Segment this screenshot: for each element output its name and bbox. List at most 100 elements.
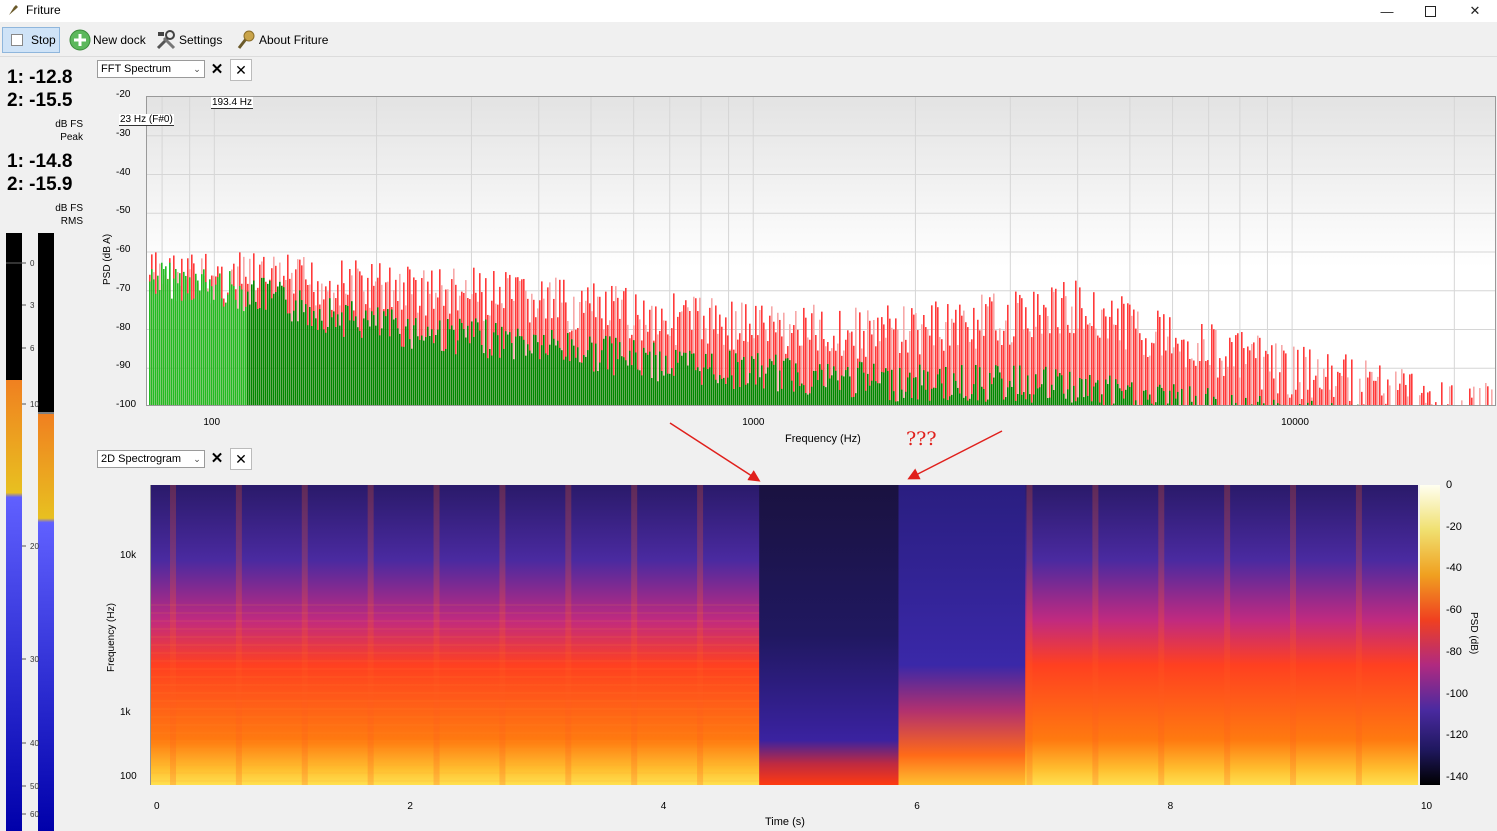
spectrogram-onset — [1026, 485, 1033, 785]
spectrum-bar-green — [343, 336, 345, 405]
spectrum-bar-green — [301, 300, 303, 405]
spectrum-bar-green — [731, 375, 733, 405]
spectrum-bar-red — [1257, 335, 1259, 405]
close-button[interactable]: ✕ — [1452, 0, 1497, 22]
spectrum-bar-green — [957, 387, 959, 405]
spectrum-bar-green — [451, 325, 453, 405]
spectrum-bar-green — [1049, 397, 1051, 405]
spectrum-y-tick: -20 — [116, 89, 131, 100]
spectrum-bar-green — [377, 307, 379, 405]
spectrum-bar-green — [185, 275, 187, 405]
spectrum-bar-green — [1127, 385, 1129, 405]
spectrum-bar-green — [603, 338, 605, 405]
spectrum-bar-green — [513, 359, 515, 405]
spectrum-bar-green — [997, 366, 999, 405]
spectrum-bar-green — [1035, 374, 1037, 405]
spectrum-select-value: FFT Spectrum — [101, 63, 172, 75]
spectrum-bar-green — [1195, 395, 1197, 405]
spectrum-bar-green — [491, 355, 493, 405]
spectrum-bar-green — [319, 309, 321, 405]
spectrum-bar-red — [889, 318, 891, 405]
spectrum-bar-green — [889, 400, 891, 405]
about-button[interactable]: About Friture — [232, 27, 331, 53]
spectrum-bar-red — [1389, 385, 1391, 405]
peak-label: Peak — [60, 132, 83, 143]
spectrum-bar-red — [1179, 351, 1181, 405]
spectrum-bar-green — [965, 396, 967, 405]
spectrum-bar-red — [1431, 404, 1433, 405]
spectrum-bar-green — [1007, 387, 1009, 405]
spectrum-bar-green — [753, 358, 755, 405]
spectrum-bar-green — [557, 340, 559, 405]
spectrum-bar-green — [529, 350, 531, 405]
spectrum-bar-red — [1147, 356, 1149, 405]
spectrum-bar-red — [1003, 330, 1005, 405]
spectrum-bar-green — [1081, 379, 1083, 405]
level-meters: 0 3 6 10 20 30 40 50 60 — [6, 233, 54, 831]
spectrum-bar-green — [691, 353, 693, 405]
minimize-button[interactable]: — — [1364, 0, 1410, 22]
spectrum-bar-green — [489, 348, 491, 405]
spectrum-bar-green — [1345, 404, 1347, 405]
spectrum-bar-red — [903, 306, 905, 405]
rms-level-ch2: 2: -15.9 — [7, 174, 73, 195]
spectrum-bar-red — [1265, 350, 1267, 405]
new-dock-button[interactable]: New dock — [66, 27, 149, 53]
spectrum-bar-green — [375, 325, 377, 405]
spectrum-plot[interactable] — [146, 96, 1496, 406]
spectrogram-ylabel-wrap: Frequency (Hz) — [106, 603, 120, 683]
spectrum-bar-red — [1409, 374, 1411, 405]
spectrum-bar-green — [497, 335, 499, 405]
spectrum-bar-green — [245, 306, 247, 405]
spectrogram-settings-button[interactable]: ✕ — [207, 448, 227, 468]
spectrum-bar-red — [1049, 333, 1051, 405]
maximize-button[interactable] — [1407, 0, 1453, 22]
spectrum-bar-green — [717, 383, 719, 405]
spectrum-bar-green — [743, 357, 745, 405]
spectrum-bar-green — [961, 365, 963, 405]
spectrum-bar-red — [967, 327, 969, 405]
spectrum-bar-green — [363, 318, 365, 405]
spectrogram-onset — [301, 485, 308, 785]
spectrum-bar-green — [571, 339, 573, 405]
spectrum-bar-red — [1405, 384, 1407, 405]
spectrum-bar-green — [777, 391, 779, 405]
spectrum-bar-green — [1061, 375, 1063, 405]
spectrum-bar-green — [983, 388, 985, 405]
spectrum-bar-green — [613, 375, 615, 405]
spectrum-bar-green — [1231, 394, 1233, 405]
spectrum-bar-red — [1321, 389, 1323, 405]
spectrogram-plot[interactable] — [151, 485, 1418, 785]
spectrogram-close-button[interactable]: ✕ — [230, 448, 252, 470]
spectrum-bar-green — [703, 367, 705, 405]
spectrogram-widget-select[interactable]: 2D Spectrogram ⌄ — [97, 450, 205, 468]
spectrum-bar-green — [977, 400, 979, 405]
spectrum-close-button[interactable]: ✕ — [230, 59, 252, 81]
spectrogram-y-axis-label: Frequency (Hz) — [106, 603, 117, 672]
spectrum-bar-green — [395, 317, 397, 405]
spectrum-bar-green — [917, 399, 919, 405]
spectrum-bar-red — [1451, 385, 1453, 405]
spectrum-bar-green — [885, 368, 887, 405]
spectrum-bar-green — [305, 304, 307, 405]
spectrum-bar-red — [1411, 373, 1413, 405]
spectrum-bar-red — [1247, 346, 1249, 405]
spectrogram-onset — [1158, 485, 1165, 785]
spectrum-widget-select[interactable]: FFT Spectrum ⌄ — [97, 60, 205, 78]
spectrum-settings-button[interactable]: ✕ — [207, 59, 227, 79]
settings-button[interactable]: Settings — [152, 27, 225, 53]
spectrum-bar-green — [369, 326, 371, 405]
spectrum-bar-red — [1213, 329, 1215, 405]
spectrum-bar-green — [861, 362, 863, 405]
spectrum-bar-green — [841, 375, 843, 405]
spectrum-bar-green — [1277, 403, 1279, 405]
stop-button[interactable]: Stop — [2, 27, 60, 53]
spectrum-bar-green — [651, 377, 653, 405]
meter-bar-ch2 — [38, 414, 54, 831]
spectrum-bar-green — [1299, 404, 1301, 405]
spectrum-bar-green — [827, 363, 829, 405]
spectrum-bar-green — [1357, 404, 1359, 405]
spectrum-bar-green — [1331, 403, 1333, 405]
close-icon: ✕ — [235, 61, 247, 78]
spectrum-bar-green — [999, 372, 1001, 405]
